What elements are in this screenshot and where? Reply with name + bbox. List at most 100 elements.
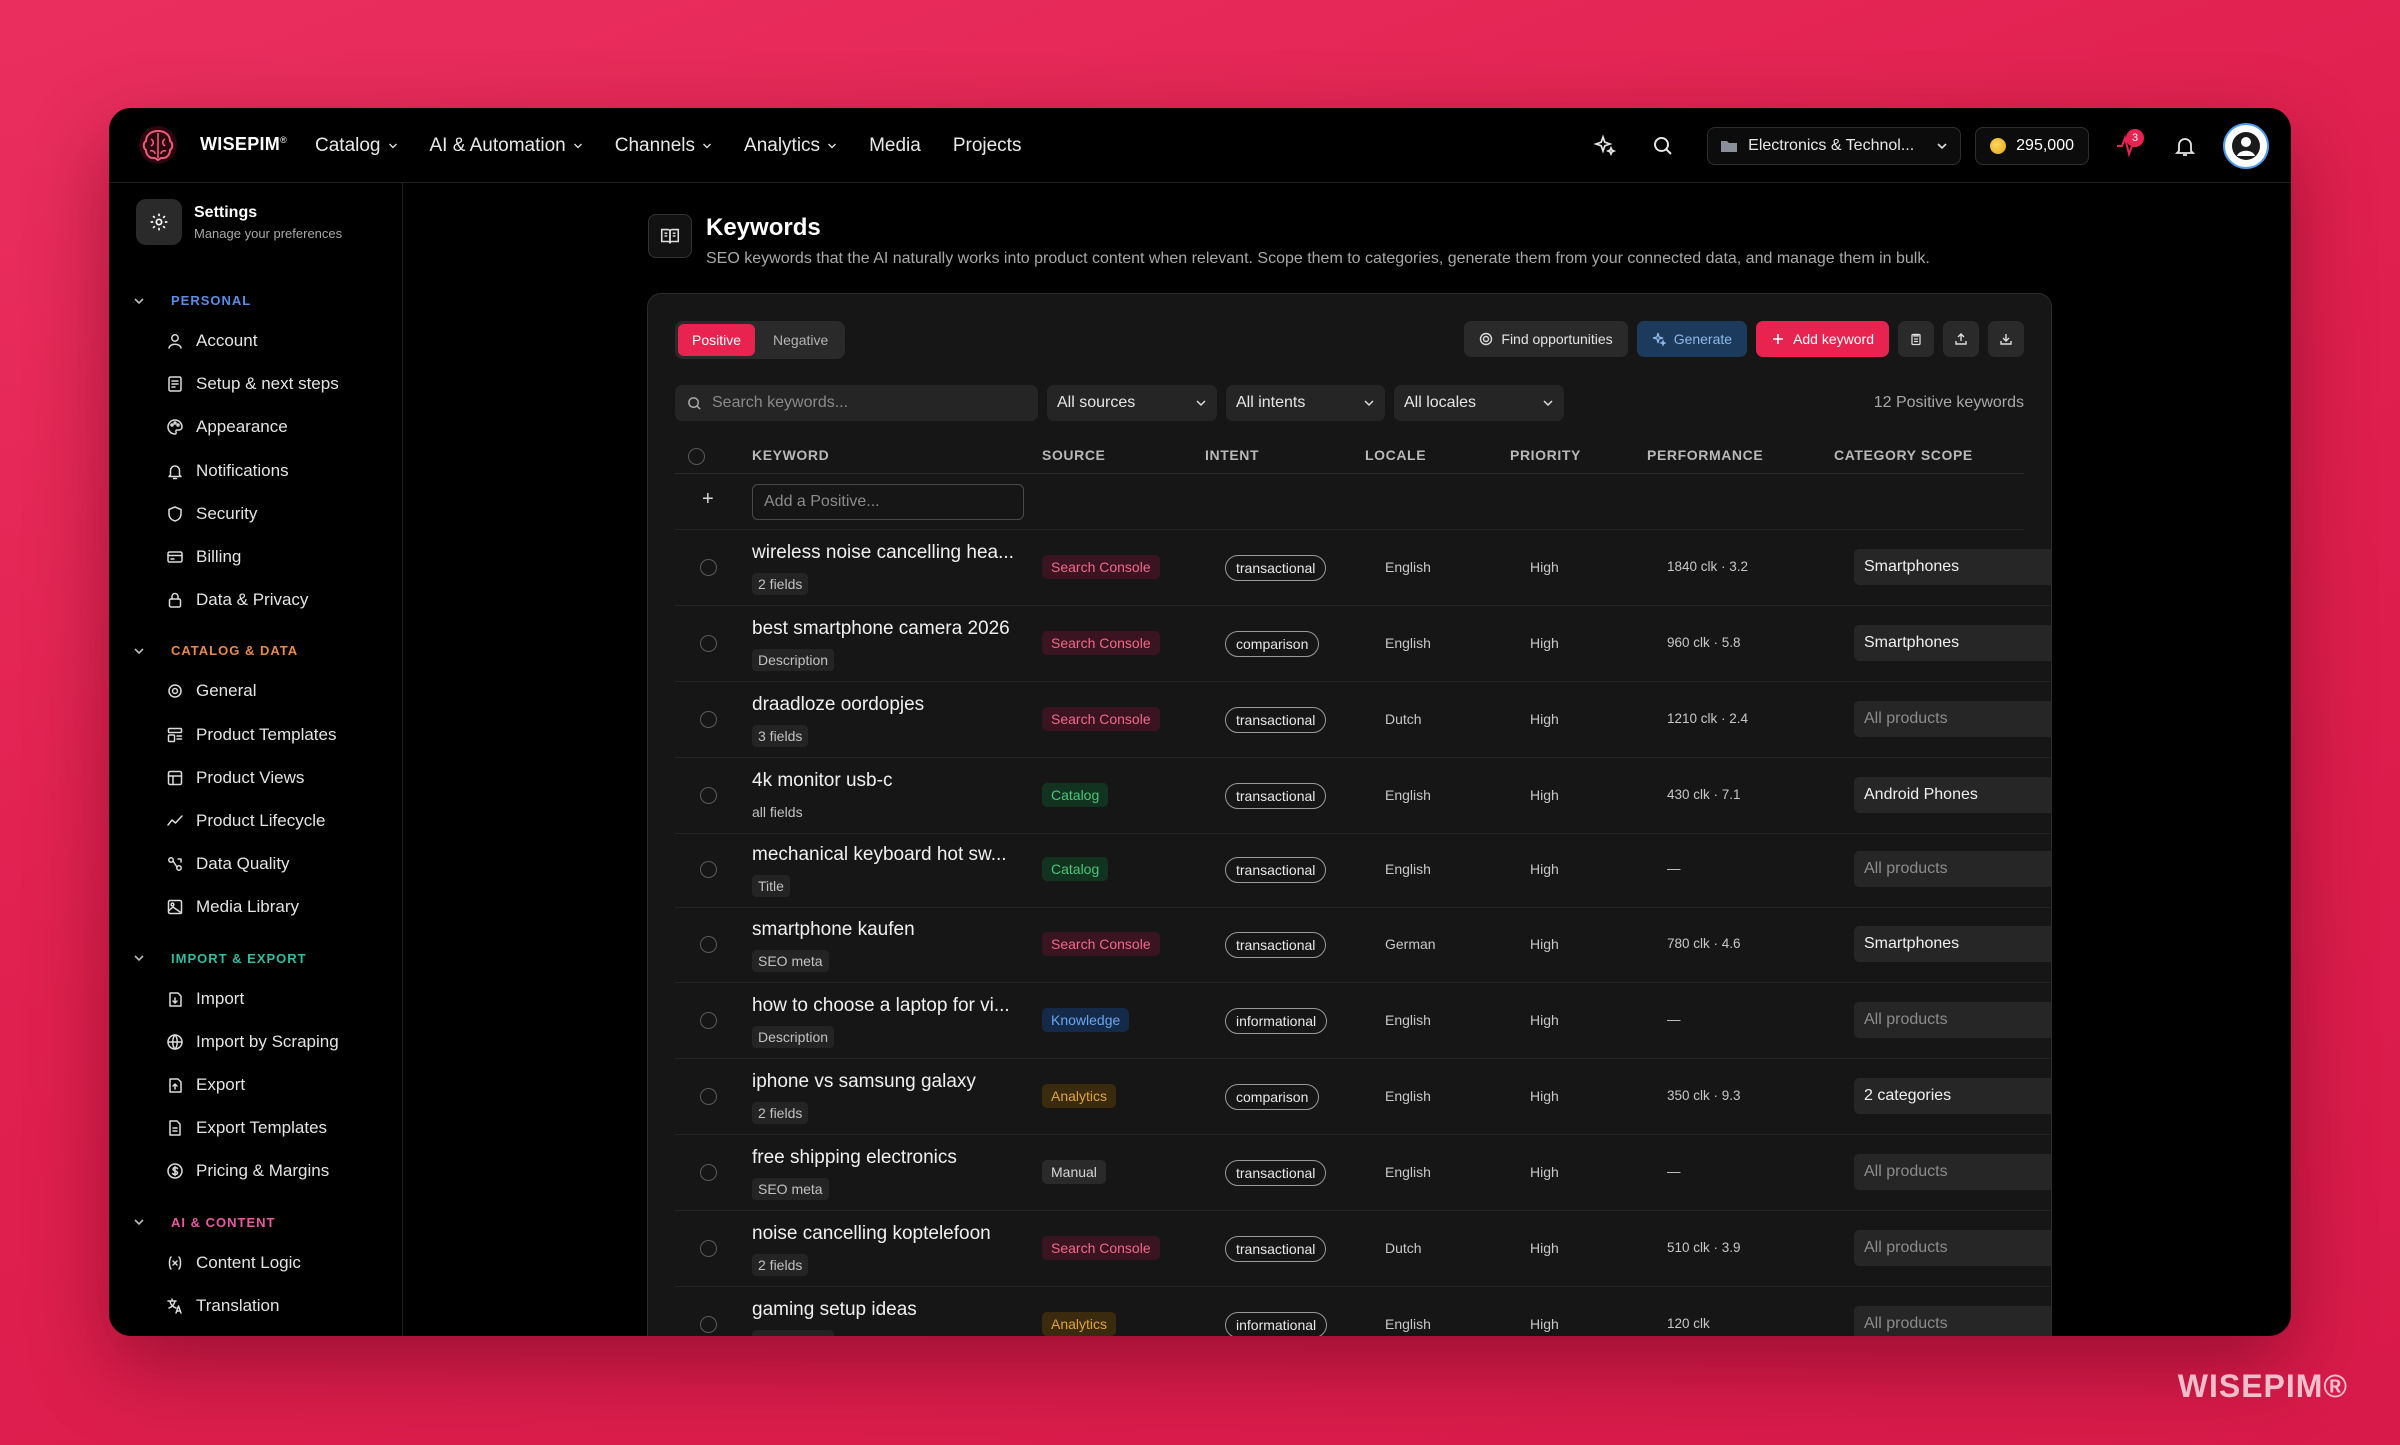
select-all-checkbox[interactable] (688, 448, 705, 465)
table-row[interactable]: mechanical keyboard hot sw... Title Catalo… (675, 832, 2051, 908)
keyword-text[interactable]: free shipping electronics (752, 1147, 1027, 1169)
row-checkbox[interactable] (700, 861, 717, 878)
clipboard-button[interactable] (1898, 321, 1934, 357)
table-row[interactable]: best smartphone camera 2026 Description Se… (675, 606, 2051, 682)
table-row[interactable]: gaming setup ideas Description Analytics in… (675, 1287, 2051, 1336)
locales-dropdown[interactable]: All locales (1394, 385, 1564, 421)
category-scope-select[interactable]: All products (1854, 1306, 2051, 1336)
category-scope-select[interactable]: All products (1854, 851, 2051, 887)
sidebar-item-data-privacy[interactable]: Data & Privacy (166, 590, 308, 610)
row-checkbox[interactable] (700, 1164, 717, 1181)
sidebar-item-translation[interactable]: Translation (166, 1296, 279, 1316)
sidebar-item-general[interactable]: General (166, 681, 256, 701)
nav-item-analytics[interactable]: Analytics (744, 135, 837, 157)
sidebar-section-import-export[interactable]: IMPORT & EXPORT (133, 951, 307, 966)
category-scope-select[interactable]: 2 categories (1854, 1078, 2051, 1114)
sources-dropdown[interactable]: All sources (1047, 385, 1217, 421)
row-checkbox[interactable] (700, 787, 717, 804)
sidebar-item-export-templates[interactable]: Export Templates (166, 1118, 327, 1138)
table-row[interactable]: smartphone kaufen SEO meta Search Console t… (675, 907, 2051, 983)
table-row[interactable]: wireless noise cancelling hea... 2 fields… (675, 530, 2051, 606)
priority-text[interactable]: High (1530, 1316, 1559, 1332)
priority-text[interactable]: High (1530, 1164, 1559, 1180)
table-row[interactable]: draadloze oordopjes 3 fields Search Consol… (675, 682, 2051, 758)
priority-text[interactable]: High (1530, 861, 1559, 877)
column-header[interactable]: LOCALE (1365, 447, 1426, 463)
keyword-text[interactable]: mechanical keyboard hot sw... (752, 844, 1027, 866)
sidebar-section-catalog-data[interactable]: CATALOG & DATA (133, 643, 298, 658)
keyword-text[interactable]: draadloze oordopjes (752, 694, 1027, 716)
nav-item-media[interactable]: Media (869, 135, 921, 157)
row-checkbox[interactable] (700, 711, 717, 728)
nav-item-projects[interactable]: Projects (953, 135, 1022, 157)
nav-item-catalog[interactable]: Catalog (315, 135, 398, 157)
row-checkbox[interactable] (700, 1240, 717, 1257)
table-row[interactable]: noise cancelling koptelefoon 2 fields Sear… (675, 1211, 2051, 1287)
category-scope-select[interactable]: All products (1854, 1154, 2051, 1190)
column-header[interactable]: KEYWORD (752, 447, 829, 463)
sidebar-item-security[interactable]: Security (166, 504, 257, 524)
keyword-text[interactable]: gaming setup ideas (752, 1299, 1027, 1321)
table-row[interactable]: how to choose a laptop for vi... Descript… (675, 983, 2051, 1059)
row-checkbox[interactable] (700, 1012, 717, 1029)
priority-text[interactable]: High (1530, 787, 1559, 803)
download-button[interactable] (1988, 321, 2024, 357)
sidebar-section-ai-content[interactable]: AI & CONTENT (133, 1215, 275, 1230)
notifications-button[interactable] (2165, 126, 2205, 166)
sidebar-item-data-quality[interactable]: Data Quality (166, 854, 290, 874)
sidebar-item-notifications[interactable]: Notifications (166, 461, 289, 481)
category-scope-select[interactable]: All products (1854, 1002, 2051, 1038)
category-scope-select[interactable]: Smartphones (1854, 625, 2051, 661)
search-button[interactable] (1643, 126, 1683, 166)
row-checkbox[interactable] (700, 559, 717, 576)
column-header[interactable]: PERFORMANCE (1647, 447, 1763, 463)
sidebar-item-product-lifecycle[interactable]: Product Lifecycle (166, 811, 325, 831)
sidebar-item-appearance[interactable]: Appearance (166, 417, 288, 437)
credits-badge[interactable]: 295,000 (1975, 126, 2089, 165)
nav-item-ai-automation[interactable]: AI & Automation (430, 135, 583, 157)
category-scope-select[interactable]: Smartphones (1854, 549, 2051, 585)
keyword-text[interactable]: iphone vs samsung galaxy (752, 1071, 1027, 1093)
intents-dropdown[interactable]: All intents (1226, 385, 1385, 421)
keyword-text[interactable]: best smartphone camera 2026 (752, 618, 1027, 640)
column-header[interactable]: CATEGORY SCOPE (1834, 447, 1973, 463)
category-scope-select[interactable]: All products (1854, 701, 2051, 737)
plus-icon[interactable]: + (702, 488, 714, 511)
sparkle-button[interactable] (1585, 126, 1625, 166)
brain-logo-icon[interactable] (137, 124, 179, 166)
table-row[interactable]: free shipping electronics SEO meta Manual t… (675, 1135, 2051, 1211)
sidebar-item-export[interactable]: Export (166, 1075, 245, 1095)
find-opportunities-button[interactable]: Find opportunities (1464, 321, 1628, 357)
row-checkbox[interactable] (700, 936, 717, 953)
priority-text[interactable]: High (1530, 1012, 1559, 1028)
row-checkbox[interactable] (700, 1316, 717, 1333)
keyword-text[interactable]: how to choose a laptop for vi... (752, 995, 1027, 1017)
table-row[interactable]: iphone vs samsung galaxy 2 fields Analytic… (675, 1059, 2051, 1135)
tab-positive[interactable]: Positive (678, 324, 756, 356)
keyword-text[interactable]: noise cancelling koptelefoon (752, 1223, 1027, 1245)
column-header[interactable]: SOURCE (1042, 447, 1106, 463)
brand-name[interactable]: WISEPIM® (200, 134, 287, 155)
sidebar-item-setup-next-steps[interactable]: Setup & next steps (166, 374, 339, 394)
category-scope-select[interactable]: Smartphones (1854, 926, 2051, 962)
priority-text[interactable]: High (1530, 936, 1559, 952)
sidebar-item-import[interactable]: Import (166, 989, 244, 1009)
user-avatar[interactable] (2223, 122, 2269, 169)
sidebar-item-product-templates[interactable]: Product Templates (166, 725, 336, 745)
add-keyword-input[interactable]: Add a Positive... (752, 484, 1024, 520)
generate-button[interactable]: Generate (1636, 321, 1748, 357)
activity-button[interactable]: 3 (2107, 126, 2147, 166)
nav-item-channels[interactable]: Channels (615, 135, 712, 157)
sidebar-item-product-views[interactable]: Product Views (166, 768, 304, 788)
keyword-text[interactable]: smartphone kaufen (752, 919, 1027, 941)
sidebar-section-personal[interactable]: PERSONAL (133, 293, 251, 308)
category-scope-select[interactable]: All products (1854, 1230, 2051, 1266)
row-checkbox[interactable] (700, 635, 717, 652)
keyword-text[interactable]: wireless noise cancelling hea... (752, 542, 1027, 564)
column-header[interactable]: PRIORITY (1510, 447, 1581, 463)
priority-text[interactable]: High (1530, 1240, 1559, 1256)
priority-text[interactable]: High (1530, 559, 1559, 575)
workspace-select[interactable]: Electronics & Technol... (1707, 126, 1962, 165)
search-input[interactable]: Search keywords... (675, 385, 1038, 421)
category-scope-select[interactable]: Android Phones (1854, 777, 2051, 813)
